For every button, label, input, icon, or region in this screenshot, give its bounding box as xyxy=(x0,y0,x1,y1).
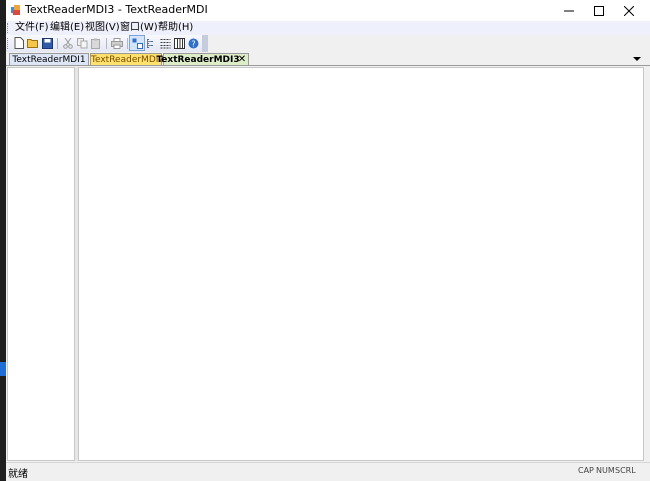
list-icon[interactable] xyxy=(144,36,158,50)
menu-grip[interactable] xyxy=(7,23,10,33)
toolbar-separator xyxy=(127,38,128,49)
columns-icon[interactable] xyxy=(172,36,186,50)
tab-bar: TextReaderMDI1 TextReaderMDI2 TextReader… xyxy=(6,52,650,66)
menu-bar: 文件(F) 编辑(E) 视图(V) 窗口(W) 帮助(H) xyxy=(6,21,650,35)
app-window: TextReaderMDI3 - TextReaderMDI 文件(F) 编辑(… xyxy=(6,0,650,481)
minimize-button[interactable] xyxy=(554,0,584,21)
app-icon xyxy=(10,4,22,16)
menu-window[interactable]: 窗口(W) xyxy=(120,21,158,35)
document-view[interactable] xyxy=(78,67,644,461)
view-icon[interactable] xyxy=(129,35,145,51)
left-pane[interactable] xyxy=(7,67,75,461)
tab-label: TextReaderMDI3 xyxy=(156,55,240,65)
status-text: 就绪 xyxy=(8,469,28,480)
print-icon[interactable] xyxy=(110,36,124,50)
new-file-icon[interactable] xyxy=(12,36,26,50)
menu-view[interactable]: 视图(V) xyxy=(85,21,120,35)
svg-text:?: ? xyxy=(191,39,195,48)
cut-icon[interactable] xyxy=(61,36,75,50)
toolbar: ? xyxy=(6,35,206,52)
tab-close-icon[interactable]: ✕ xyxy=(237,54,247,65)
minimize-icon xyxy=(564,10,574,11)
close-button[interactable] xyxy=(614,0,644,21)
paste-icon[interactable] xyxy=(89,36,103,50)
maximize-button[interactable] xyxy=(584,0,614,21)
tab-label: TextReaderMDI2 xyxy=(91,55,165,65)
title-bar[interactable]: TextReaderMDI3 - TextReaderMDI xyxy=(6,0,650,21)
toolbar-overflow-button[interactable] xyxy=(202,35,208,52)
scrl-indicator: SCRL xyxy=(615,466,636,475)
tab-textreadermdi1[interactable]: TextReaderMDI1 xyxy=(9,53,89,65)
cap-indicator: CAP xyxy=(578,466,594,475)
toolbar-grip[interactable] xyxy=(7,38,10,49)
tab-dropdown-icon[interactable] xyxy=(632,54,642,64)
tab-label: TextReaderMDI1 xyxy=(12,55,86,65)
close-icon xyxy=(624,5,634,16)
help-icon[interactable]: ? xyxy=(186,36,200,50)
num-indicator: NUM xyxy=(596,466,615,475)
copy-icon[interactable] xyxy=(75,36,89,50)
status-bar: 就绪 CAP NUM SCRL xyxy=(6,462,650,481)
menu-file[interactable]: 文件(F) xyxy=(15,21,49,35)
menu-help[interactable]: 帮助(H) xyxy=(158,21,193,35)
window-title: TextReaderMDI3 - TextReaderMDI xyxy=(25,3,208,16)
menu-edit[interactable]: 编辑(E) xyxy=(50,21,84,35)
toolbar-separator xyxy=(106,38,107,49)
maximize-icon xyxy=(594,5,604,16)
tab-textreadermdi2[interactable]: TextReaderMDI2 xyxy=(90,53,165,65)
tree-icon[interactable] xyxy=(158,36,172,50)
save-icon[interactable] xyxy=(40,36,54,50)
toolbar-separator xyxy=(57,38,58,49)
open-folder-icon[interactable] xyxy=(26,36,40,50)
